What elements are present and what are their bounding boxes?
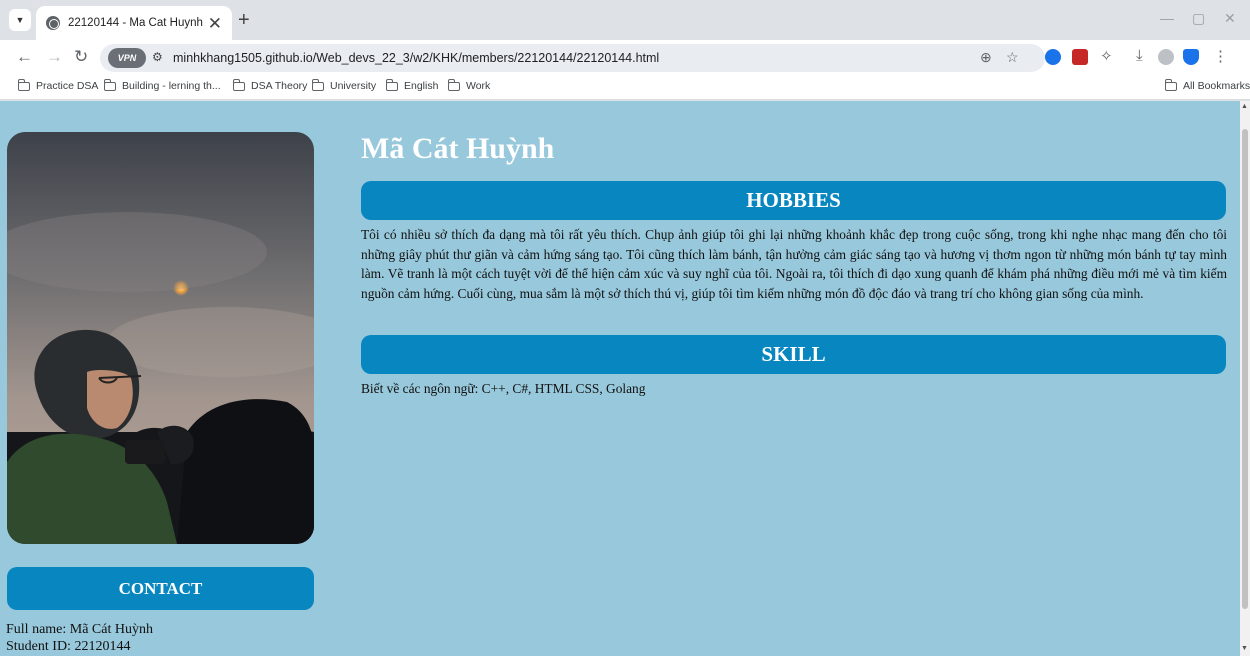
hobbies-paragraph: Tôi có nhiều sở thích đa dạng mà tôi rất… (361, 227, 1227, 301)
security-shield-icon[interactable] (1183, 49, 1199, 65)
forward-icon[interactable]: → (46, 47, 63, 67)
new-tab-icon[interactable]: + (238, 9, 250, 31)
extension-shield-icon[interactable] (1045, 49, 1061, 65)
all-bookmarks-label: All Bookmarks (1183, 80, 1250, 92)
bookmark-label: Building - lerning th... (122, 80, 221, 92)
back-icon[interactable]: ← (16, 47, 33, 67)
bookmark-folder[interactable]: University (311, 78, 377, 92)
folder-icon (232, 78, 245, 91)
browser-toolbar: ← → ↻ VPN ⚙ minhkhang1505.github.io/Web_… (0, 40, 1250, 76)
restore-icon[interactable]: ▢ (1192, 10, 1205, 27)
folder-icon (311, 78, 324, 91)
scroll-thumb[interactable] (1242, 129, 1248, 609)
zoom-icon[interactable]: ⊕ (980, 49, 992, 66)
full-name-text: Full name: Mã Cát Huỳnh (6, 622, 153, 637)
bookmark-label: English (404, 80, 439, 92)
page-title: Mã Cát Huỳnh (361, 132, 555, 165)
folder-icon (1164, 78, 1177, 91)
active-tab[interactable]: 22120144 - Ma Cat Huynh ✕ (36, 6, 232, 40)
extensions-puzzle-icon[interactable]: ✧ (1100, 47, 1113, 65)
minimize-icon[interactable]: — (1160, 10, 1174, 26)
tab-strip: ▼ 22120144 - Ma Cat Huynh ✕ + — ▢ ✕ (0, 0, 1250, 40)
reload-icon[interactable]: ↻ (74, 47, 88, 67)
hobbies-heading: HOBBIES (361, 181, 1226, 220)
extension-red-icon[interactable] (1072, 49, 1088, 65)
tab-title: 22120144 - Ma Cat Huynh (68, 17, 203, 29)
profile-avatar-icon[interactable] (1158, 49, 1174, 65)
page-scrollbar[interactable]: ▲ ▼ (1240, 101, 1250, 656)
folder-icon (447, 78, 460, 91)
bookmark-folder[interactable]: Work (447, 78, 491, 92)
close-tab-icon[interactable]: ✕ (208, 15, 222, 32)
menu-kebab-icon[interactable]: ⋮ (1213, 47, 1228, 65)
address-bar[interactable]: VPN ⚙ minhkhang1505.github.io/Web_devs_2… (100, 44, 1045, 72)
url-text[interactable]: minhkhang1505.github.io/Web_devs_22_3/w2… (173, 51, 659, 65)
contact-heading: CONTACT (7, 567, 314, 610)
vpn-icon[interactable]: VPN (108, 48, 146, 68)
page-viewport: CONTACT Full name: Mã Cát Huỳnh Student … (0, 101, 1240, 656)
bookmark-star-icon[interactable]: ☆ (1006, 49, 1019, 66)
folder-icon (103, 78, 116, 91)
bookmarks-bar: Practice DSA Building - lerning th... DS… (0, 76, 1250, 100)
bookmark-label: Work (466, 80, 491, 92)
site-info-icon[interactable]: ⚙ (152, 50, 163, 64)
globe-icon (46, 16, 60, 30)
profile-photo (7, 132, 314, 544)
skill-heading: SKILL (361, 335, 1226, 374)
scroll-down-icon[interactable]: ▼ (1241, 645, 1248, 652)
tab-search-icon[interactable]: ▼ (9, 9, 31, 31)
scroll-up-icon[interactable]: ▲ (1241, 103, 1248, 110)
student-id-text: Student ID: 22120144 (6, 639, 131, 654)
window-close-icon[interactable]: ✕ (1224, 10, 1236, 27)
folder-icon (385, 78, 398, 91)
skill-paragraph: Biết về các ngôn ngữ: C++, C#, HTML CSS,… (361, 381, 646, 396)
download-icon[interactable]: ⤓ (1136, 47, 1143, 64)
bookmark-folder[interactable]: Practice DSA (17, 78, 99, 92)
bookmark-label: University (330, 80, 377, 92)
all-bookmarks[interactable]: All Bookmarks (1164, 78, 1250, 92)
folder-icon (17, 78, 30, 91)
bookmark-label: DSA Theory (251, 80, 308, 92)
bookmark-folder[interactable]: Building - lerning th... (103, 78, 221, 92)
bookmark-folder[interactable]: DSA Theory (232, 78, 308, 92)
bookmark-folder[interactable]: English (385, 78, 439, 92)
bookmark-label: Practice DSA (36, 80, 99, 92)
profile-photo-image (7, 132, 314, 544)
